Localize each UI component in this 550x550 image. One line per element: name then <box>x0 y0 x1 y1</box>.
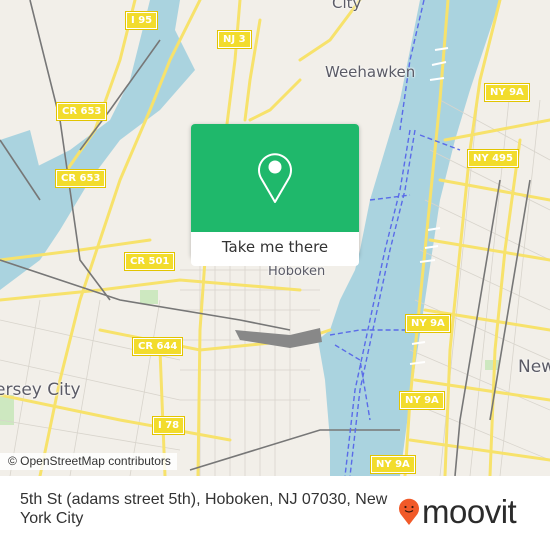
park <box>140 290 158 304</box>
map[interactable]: City Weehawken Hoboken New Jersey City I… <box>0 0 550 476</box>
route-shield: NY 9A <box>399 391 445 410</box>
place-label: Weehawken <box>325 63 416 81</box>
moovit-logo[interactable]: moovit <box>398 492 517 532</box>
place-label: City <box>332 0 362 12</box>
brand-name: moovit <box>422 493 517 530</box>
route-shield: CR 653 <box>55 102 108 121</box>
route-shield: NY 9A <box>370 455 416 474</box>
route-shield: I 78 <box>151 416 186 435</box>
map-attribution[interactable]: © OpenStreetMap contributors <box>0 453 177 470</box>
map-pin-icon <box>258 153 292 203</box>
park <box>485 360 499 370</box>
place-label: New <box>518 357 550 377</box>
route-shield: NY 495 <box>467 149 519 168</box>
popup-header <box>191 124 359 232</box>
footer: 5th St (adams street 5th), Hoboken, NJ 0… <box>0 476 550 550</box>
route-shield: CR 501 <box>123 252 176 271</box>
route-shield: I 95 <box>124 11 159 30</box>
location-popup: Take me there <box>191 124 359 266</box>
route-shield: NY 9A <box>405 314 451 333</box>
address-text: 5th St (adams street 5th), Hoboken, NJ 0… <box>20 491 388 527</box>
place-label: Jersey City <box>0 380 81 400</box>
popup-pointer <box>267 258 283 266</box>
route-shield: NJ 3 <box>217 30 252 49</box>
route-shield: CR 653 <box>54 169 107 188</box>
moovit-pin-icon <box>399 498 419 525</box>
place-label: Hoboken <box>268 264 326 279</box>
route-shield: NY 9A <box>484 83 530 102</box>
route-shield: CR 644 <box>131 337 184 356</box>
